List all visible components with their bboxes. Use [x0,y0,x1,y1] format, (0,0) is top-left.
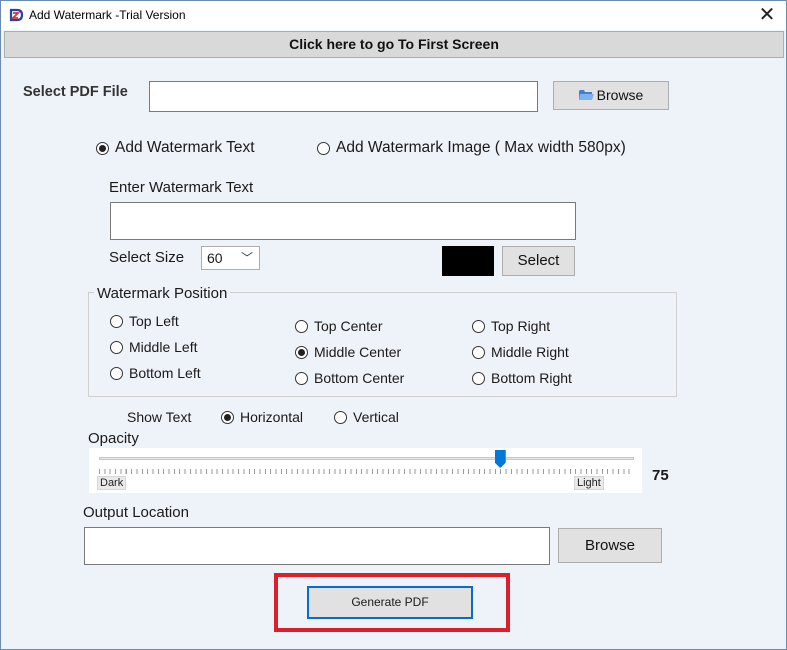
close-icon: ✕ [758,4,776,26]
radio-unchecked-icon [110,314,123,328]
radio-checked-icon [295,345,308,359]
close-button[interactable]: ✕ [756,4,778,26]
radio-checked-icon [96,141,109,155]
select-pdf-label: Select PDF File [23,84,128,100]
slider-thumb[interactable] [494,450,506,468]
output-location-input[interactable] [84,527,550,565]
browse-output-button[interactable]: Browse [558,528,662,563]
title-bar: Add Watermark -Trial Version ✕ [1,1,786,30]
watermark-position-title: Watermark Position [94,285,231,302]
radio-checked-icon [221,410,234,424]
show-text-label: Show Text [127,409,192,425]
radio-unchecked-icon [472,371,485,385]
position-middle-right-radio[interactable]: Middle Right [472,344,569,360]
select-color-button[interactable]: Select [502,246,575,276]
position-middle-center-label: Middle Center [314,344,402,360]
add-watermark-image-label: Add Watermark Image ( Max width 580px) [336,139,626,156]
radio-unchecked-icon [472,345,485,359]
position-bottom-left-radio[interactable]: Bottom Left [110,365,201,381]
pdf-file-path-input[interactable] [149,81,538,112]
output-location-label: Output Location [83,504,189,521]
folder-icon [578,90,594,100]
position-bottom-left-label: Bottom Left [129,365,201,381]
watermark-text-label: Enter Watermark Text [109,179,254,196]
position-middle-left-label: Middle Left [129,339,198,355]
size-value: 60 [207,250,223,266]
position-top-right-radio[interactable]: Top Right [472,318,550,334]
radio-unchecked-icon [472,319,485,333]
app-logo-icon [9,8,24,22]
select-size-label: Select Size [109,249,185,266]
position-top-right-label: Top Right [491,318,551,334]
dark-label: Dark [97,476,127,490]
add-watermark-window: Add Watermark -Trial Version ✕ Click her… [0,0,787,650]
browse-pdf-label: Browse [596,87,644,103]
radio-unchecked-icon [295,371,308,385]
opacity-slider[interactable]: Dark Light [89,448,642,493]
chevron-down-icon: ﹀ [240,251,253,265]
position-top-left-label: Top Left [129,313,179,329]
generate-pdf-button[interactable]: Generate PDF [307,586,473,619]
opacity-label: Opacity [88,430,139,447]
radio-unchecked-icon [317,141,330,155]
light-label: Light [574,476,604,490]
radio-unchecked-icon [110,340,123,354]
vertical-radio[interactable]: Vertical [334,409,399,425]
window-title: Add Watermark -Trial Version [29,8,186,22]
position-middle-left-radio[interactable]: Middle Left [110,339,197,355]
position-middle-right-label: Middle Right [491,344,569,360]
add-watermark-text-label: Add Watermark Text [115,139,255,156]
position-bottom-right-radio[interactable]: Bottom Right [472,370,572,386]
watermark-text-input[interactable] [110,202,576,240]
position-top-center-radio[interactable]: Top Center [295,318,382,334]
slider-ticks [99,469,634,474]
go-to-first-screen-button[interactable]: Click here to go To First Screen [4,31,784,58]
opacity-value: 75 [652,467,669,484]
horizontal-radio[interactable]: Horizontal [221,409,303,425]
position-bottom-right-label: Bottom Right [491,370,572,386]
position-top-left-radio[interactable]: Top Left [110,313,179,329]
browse-pdf-button[interactable]: Browse [553,81,669,110]
radio-unchecked-icon [295,319,308,333]
add-watermark-text-radio[interactable]: Add Watermark Text [96,139,255,157]
position-bottom-center-radio[interactable]: Bottom Center [295,370,404,386]
horizontal-label: Horizontal [240,409,304,425]
color-swatch [442,246,494,276]
radio-unchecked-icon [110,366,123,380]
position-bottom-center-label: Bottom Center [314,370,405,386]
slider-track [99,457,634,460]
radio-unchecked-icon [334,410,347,424]
add-watermark-image-radio[interactable]: Add Watermark Image ( Max width 580px) [317,139,626,157]
size-dropdown[interactable]: 60 ﹀ [201,246,260,270]
position-top-center-label: Top Center [314,318,383,334]
vertical-label: Vertical [353,409,399,425]
position-middle-center-radio[interactable]: Middle Center [295,344,401,360]
